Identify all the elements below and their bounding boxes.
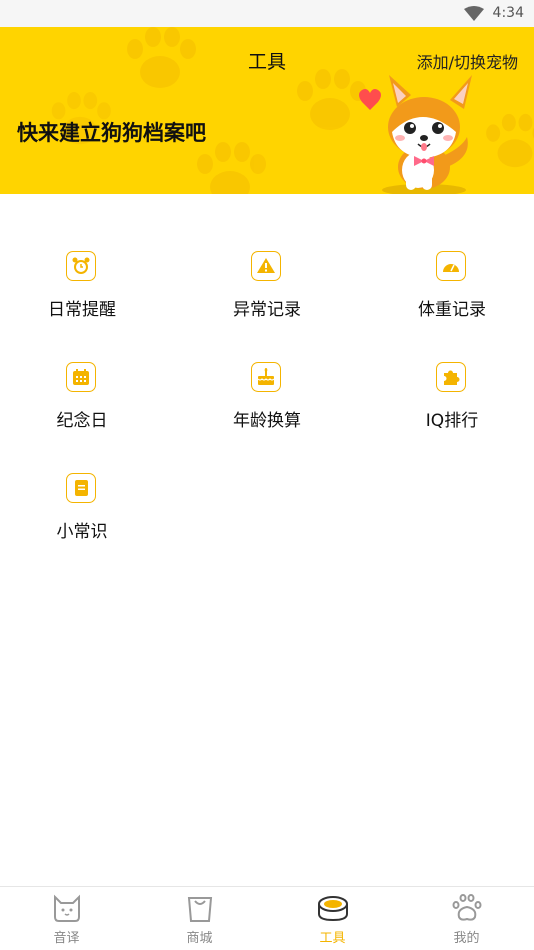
- switch-pet-link[interactable]: 添加/切换宠物: [417, 49, 518, 73]
- wifi-icon: [464, 6, 484, 22]
- paw-icon: [451, 893, 483, 923]
- dog-illustration-icon: [352, 72, 482, 194]
- nav-label: 商城: [133, 927, 266, 946]
- header-banner: 工具 添加/切换宠物 快来建立狗狗档案吧: [0, 27, 534, 194]
- warning-icon: [251, 251, 281, 281]
- tool-tips[interactable]: 小常识: [2, 473, 162, 563]
- nav-item-translate[interactable]: 音译: [0, 887, 133, 950]
- pet-bowl-icon: [317, 893, 349, 923]
- tool-label: 体重记录: [372, 295, 532, 320]
- tool-label: 异常记录: [187, 295, 347, 320]
- create-profile-slogan[interactable]: 快来建立狗狗档案吧: [17, 117, 206, 147]
- tool-iq-ranking[interactable]: IQ排行: [372, 362, 532, 452]
- nav-label: 工具: [266, 927, 399, 946]
- tool-label: 纪念日: [2, 406, 162, 431]
- paw-decoration-icon: [190, 142, 270, 194]
- paw-decoration-icon: [480, 112, 534, 177]
- status-bar: 4:34: [0, 0, 534, 27]
- nav-item-shop[interactable]: 商城: [133, 887, 266, 950]
- nav-label: 我的: [400, 927, 533, 946]
- calendar-icon: [66, 362, 96, 392]
- tool-daily-reminder[interactable]: 日常提醒: [2, 251, 162, 341]
- tool-age-conversion[interactable]: 年龄换算: [187, 362, 347, 452]
- scale-icon: [436, 251, 466, 281]
- notebook-icon: [66, 473, 96, 503]
- nav-label: 音译: [0, 927, 133, 946]
- puzzle-icon: [436, 362, 466, 392]
- tool-label: 年龄换算: [187, 406, 347, 431]
- tool-label: 日常提醒: [2, 295, 162, 320]
- nav-item-tools[interactable]: 工具: [266, 887, 399, 950]
- bottom-nav: 音译 商城 工具 我的: [0, 886, 534, 950]
- tool-abnormal-record[interactable]: 异常记录: [187, 251, 347, 341]
- tool-weight-record[interactable]: 体重记录: [372, 251, 532, 341]
- cake-icon: [251, 362, 281, 392]
- status-time: 4:34: [493, 5, 524, 21]
- cat-face-icon: [51, 893, 83, 923]
- nav-item-profile[interactable]: 我的: [400, 887, 533, 950]
- alarm-clock-icon: [66, 251, 96, 281]
- tool-label: IQ排行: [372, 406, 532, 431]
- tool-label: 小常识: [2, 517, 162, 542]
- shopping-bag-icon: [184, 893, 216, 923]
- tool-anniversary[interactable]: 纪念日: [2, 362, 162, 452]
